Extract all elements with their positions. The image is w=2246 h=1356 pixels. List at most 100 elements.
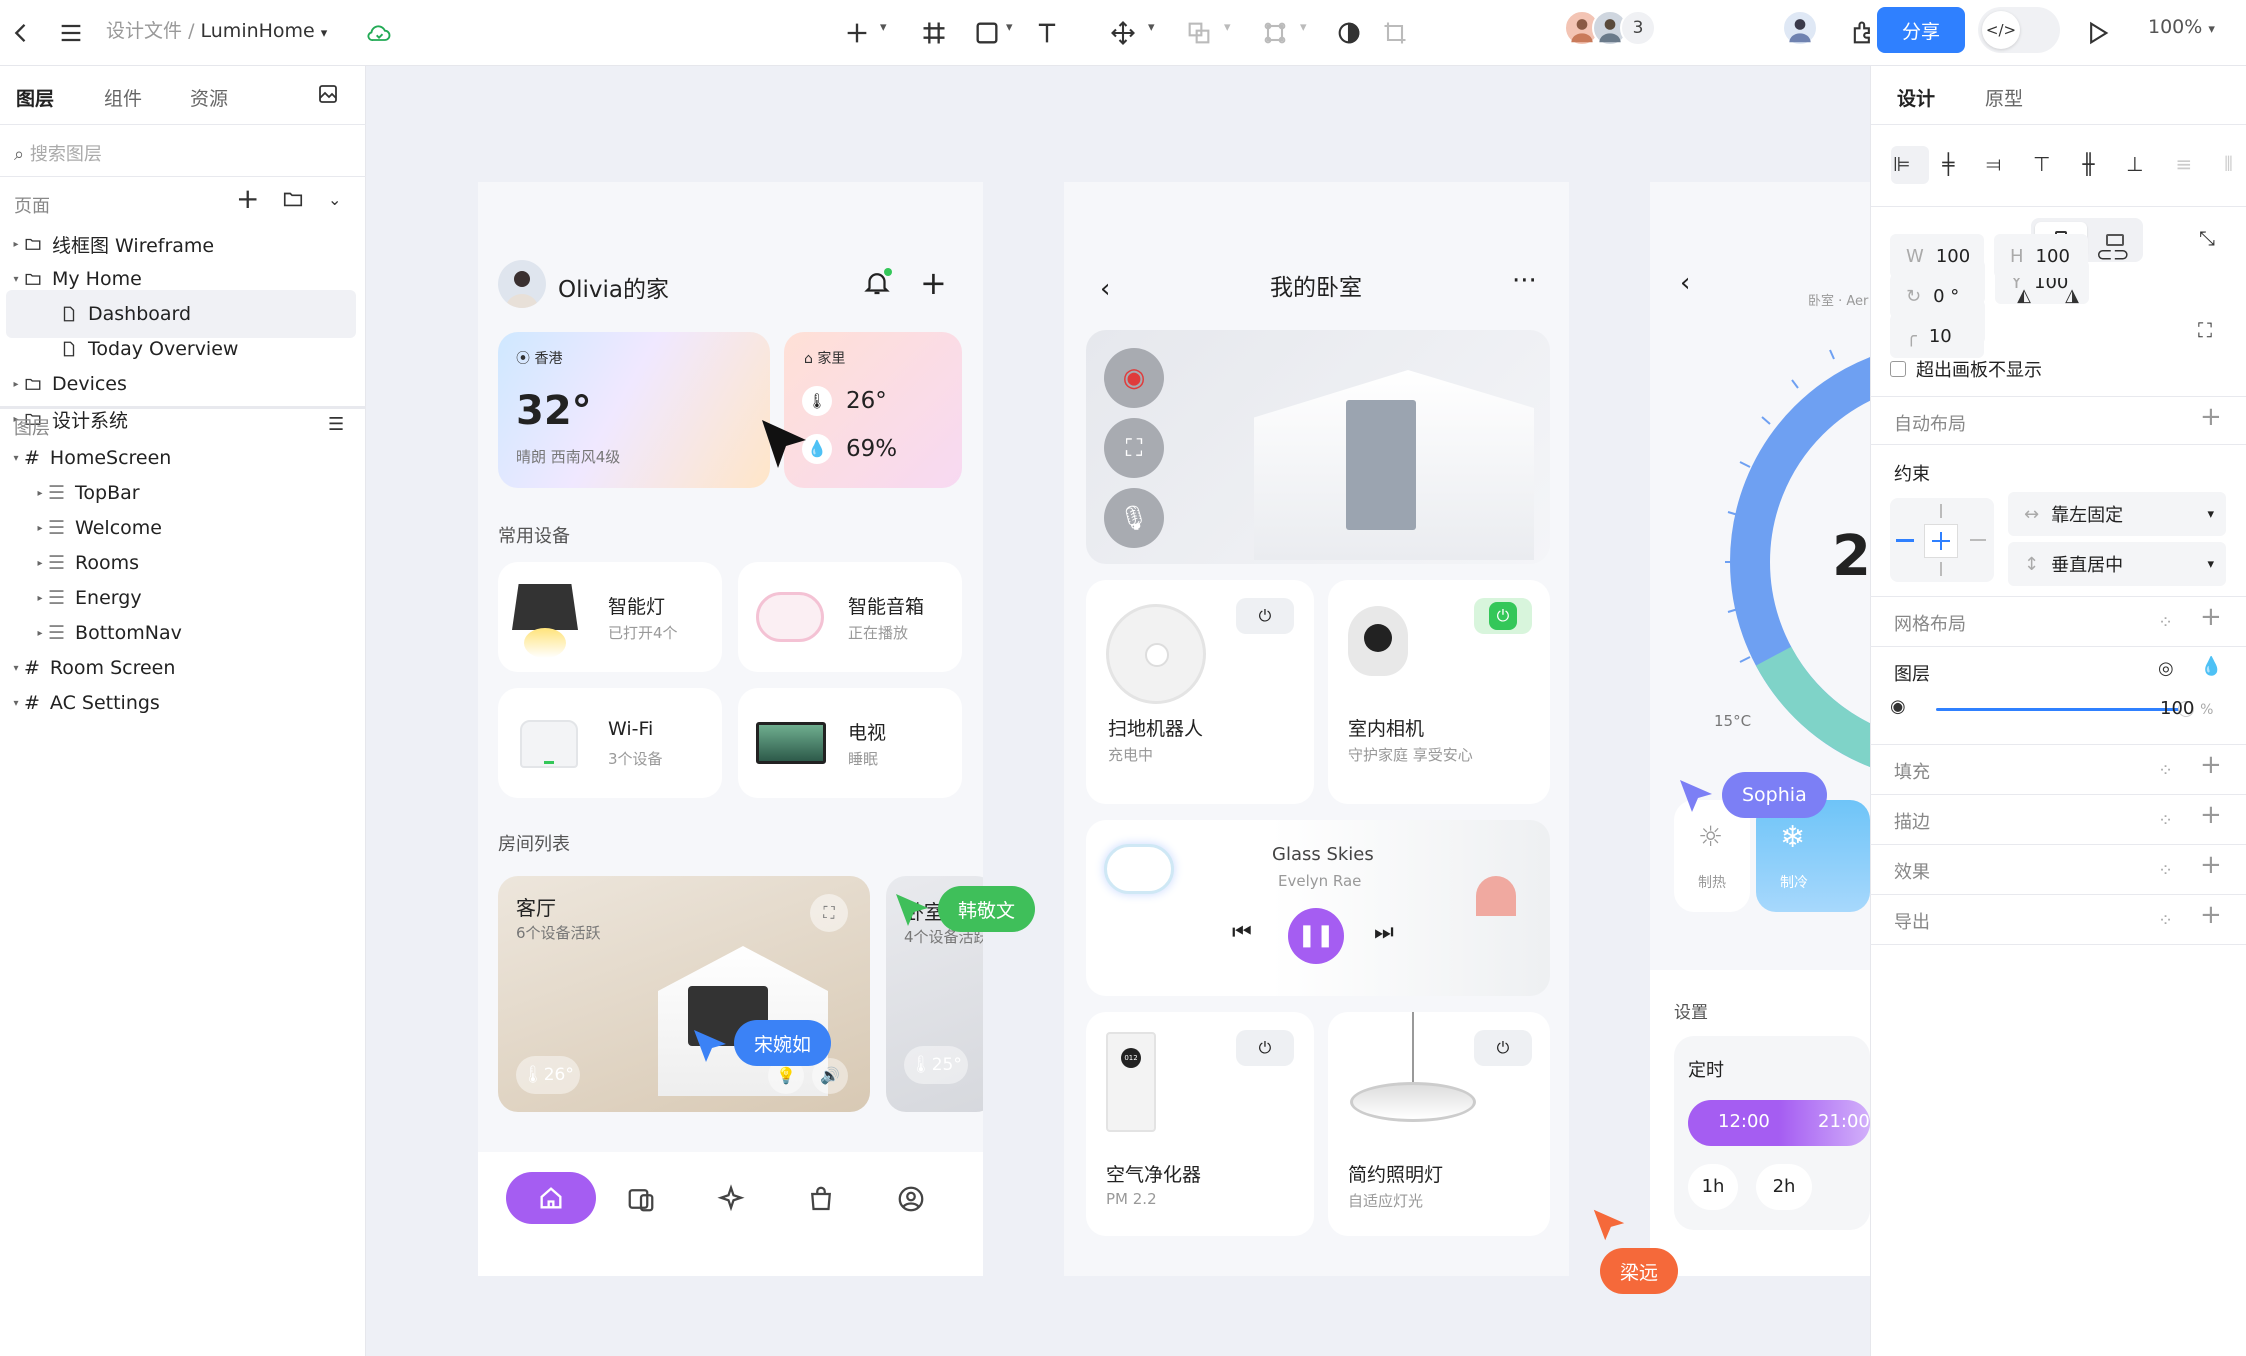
- back-icon[interactable]: ‹: [1680, 268, 1690, 298]
- device-card-air-purifier[interactable]: 012 ⏻ 空气净化器 PM 2.2: [1086, 1012, 1314, 1236]
- text-tool-icon[interactable]: [1028, 14, 1066, 52]
- file-name[interactable]: LuminHome: [201, 20, 315, 42]
- chevron-down-icon[interactable]: ▾: [1300, 20, 1307, 35]
- clip-content-checkbox[interactable]: 超出画板不显示: [1890, 356, 2042, 382]
- time-range-slider[interactable]: 12:00 21:00: [1688, 1100, 1870, 1146]
- play-icon[interactable]: [2078, 14, 2116, 52]
- avatar[interactable]: [498, 260, 546, 308]
- tab-layers[interactable]: 图层: [16, 84, 54, 111]
- chevron-down-icon[interactable]: ▾: [1006, 20, 1013, 35]
- expand-icon[interactable]: ⛶: [810, 894, 848, 932]
- more-icon[interactable]: ···: [1512, 266, 1537, 296]
- next-icon[interactable]: ⏭: [1374, 920, 1394, 945]
- device-card-tv[interactable]: 电视 睡眠: [738, 688, 962, 798]
- layer-search-input[interactable]: ⌕ 搜索图层: [14, 140, 102, 166]
- power-toggle[interactable]: ⏻: [1236, 1030, 1294, 1066]
- weather-card[interactable]: ⦿ 香港 32° 晴朗 西南风4级: [498, 332, 770, 488]
- add-stroke-icon[interactable]: +: [2200, 802, 2222, 828]
- user-avatar[interactable]: [1782, 10, 1818, 46]
- dev-mode-toggle[interactable]: </>: [1978, 7, 2060, 53]
- device-card-robot-vacuum[interactable]: ⏻ 扫地机器人 充电中: [1086, 580, 1314, 804]
- tab-assets[interactable]: 资源: [190, 84, 228, 111]
- back-icon[interactable]: [2, 14, 40, 52]
- breadcrumb-parent[interactable]: 设计文件: [106, 20, 182, 42]
- add-auto-layout-icon[interactable]: +: [2200, 404, 2222, 430]
- add-export-icon[interactable]: +: [2200, 902, 2222, 928]
- previous-icon[interactable]: ⏮: [1232, 920, 1252, 945]
- chevron-down-icon[interactable]: ▾: [1224, 20, 1231, 35]
- crop-icon[interactable]: [1376, 14, 1414, 52]
- nav-scenes-icon[interactable]: [716, 1184, 746, 1218]
- flip-vertical-icon[interactable]: ◮: [2050, 274, 2094, 318]
- room-3d-view[interactable]: ◉ ⛶ 🎙: [1086, 330, 1550, 564]
- nav-devices-icon[interactable]: [626, 1184, 656, 1218]
- timer-card[interactable]: 定时 12:00 21:00 1h 2h: [1674, 1036, 1870, 1230]
- device-card-wifi[interactable]: Wi-Fi 3个设备: [498, 688, 722, 798]
- nav-shop-icon[interactable]: [806, 1184, 836, 1218]
- power-toggle[interactable]: ⏻: [1236, 598, 1294, 634]
- add-grid-icon[interactable]: +: [2200, 604, 2222, 630]
- power-toggle[interactable]: ⏻: [1474, 1030, 1532, 1066]
- bedroom-screen-frame[interactable]: ‹ 我的卧室 ··· ◉ ⛶ 🎙 ⏻ 扫地机器人 充电中 ⏻ 室内相机 守护家庭…: [1064, 182, 1569, 1276]
- music-player-card[interactable]: Glass Skies Evelyn Rae ⏮ ❚❚ ⏭: [1086, 820, 1550, 996]
- library-icon[interactable]: [316, 82, 340, 110]
- pause-button[interactable]: ❚❚: [1288, 908, 1344, 964]
- device-card-speaker[interactable]: 智能音箱 正在播放: [738, 562, 962, 672]
- vertical-constraint-select[interactable]: ↕ 垂直居中 ▾: [2008, 542, 2226, 586]
- duration-chip[interactable]: 2h: [1756, 1164, 1812, 1210]
- boolean-icon[interactable]: [1180, 14, 1218, 52]
- duration-chip[interactable]: 1h: [1688, 1164, 1738, 1210]
- chevron-down-icon[interactable]: ▾: [880, 20, 887, 35]
- add-icon[interactable]: [838, 14, 876, 52]
- move-tool-icon[interactable]: [1104, 14, 1142, 52]
- independent-corners-icon[interactable]: ⛶: [2198, 318, 2212, 342]
- corner-radius-field[interactable]: ╭ 10: [1890, 314, 1984, 358]
- add-effect-icon[interactable]: +: [2200, 852, 2222, 878]
- mask-icon[interactable]: [1330, 14, 1368, 52]
- horizontal-constraint-select[interactable]: ↔ 靠左固定 ▾: [2008, 492, 2226, 536]
- zoom-value[interactable]: 100%: [2148, 16, 2202, 38]
- flip-horizontal-icon[interactable]: ◭: [2002, 274, 2046, 318]
- folder-icon[interactable]: [282, 188, 304, 214]
- device-card-ceiling-lamp[interactable]: ⏻ 简约照明灯 自适应灯光: [1328, 1012, 1550, 1236]
- device-card-camera[interactable]: ⏻ 室内相机 守护家庭 享受安心: [1328, 580, 1550, 804]
- add-fill-icon[interactable]: +: [2200, 752, 2222, 778]
- microphone-icon[interactable]: 🎙: [1104, 488, 1164, 548]
- indoor-card[interactable]: ⌂ 家里 🌡 26° 💧 69%: [784, 332, 962, 488]
- frame-tool-icon[interactable]: [915, 14, 953, 52]
- nav-home-icon[interactable]: [506, 1172, 596, 1224]
- zoom-level[interactable]: 100% ▾: [2148, 16, 2215, 38]
- component-icon[interactable]: [1256, 14, 1294, 52]
- nav-profile-icon[interactable]: [896, 1184, 926, 1218]
- home-screen-frame[interactable]: Olivia的家 + ⦿ 香港 32° 晴朗 西南风4级 ⌂ 家里 🌡 26° …: [478, 182, 983, 1276]
- constrain-proportions-icon[interactable]: ⊂⊃: [2096, 242, 2130, 266]
- fullscreen-icon[interactable]: ⛶: [1104, 418, 1164, 478]
- tab-components[interactable]: 组件: [104, 84, 142, 111]
- chevron-down-icon[interactable]: ⌄: [328, 190, 341, 209]
- home-name[interactable]: Olivia的家: [558, 270, 669, 304]
- rotation-field[interactable]: ↻ 0 °: [1890, 274, 1984, 318]
- back-icon[interactable]: ‹: [1100, 274, 1110, 304]
- room-card-living[interactable]: 客厅 6个设备活跃 ⛶ 🌡26° 💡 🔊: [498, 876, 870, 1112]
- menu-icon[interactable]: [52, 14, 90, 52]
- power-toggle-on[interactable]: ⏻: [1474, 598, 1532, 634]
- add-page-icon[interactable]: +: [236, 182, 259, 215]
- breadcrumb[interactable]: 设计文件 / LuminHome ▾: [106, 16, 327, 43]
- bell-icon[interactable]: [862, 268, 892, 302]
- page-label: 线框图 Wireframe: [52, 234, 215, 257]
- layer-label: Welcome: [75, 517, 162, 539]
- share-button[interactable]: 分享: [1877, 7, 1965, 53]
- record-icon[interactable]: ◉: [1104, 348, 1164, 408]
- layer-item-frame[interactable]: ▾ # AC Settings: [0, 679, 366, 727]
- device-card-lamp[interactable]: 智能灯 已打开4个: [498, 562, 722, 672]
- w-field[interactable]: W 100: [1890, 234, 1984, 278]
- chevron-down-icon[interactable]: ▾: [1148, 20, 1155, 35]
- rectangle-tool-icon[interactable]: [968, 14, 1006, 52]
- cloud-sync-icon: [360, 14, 398, 52]
- collapse-all-icon[interactable]: ☰: [328, 414, 344, 435]
- chevron-down-icon[interactable]: ▾: [321, 26, 328, 41]
- add-icon[interactable]: +: [920, 267, 947, 299]
- h-field[interactable]: H 100: [1994, 234, 2088, 278]
- collaborator-count[interactable]: 3: [1620, 10, 1656, 46]
- ac-screen-frame[interactable]: ‹ 卧室 · Aer 2 15°C ☼ 制热 ❄ 制冷 设置 定时 12:00 …: [1650, 182, 1870, 1276]
